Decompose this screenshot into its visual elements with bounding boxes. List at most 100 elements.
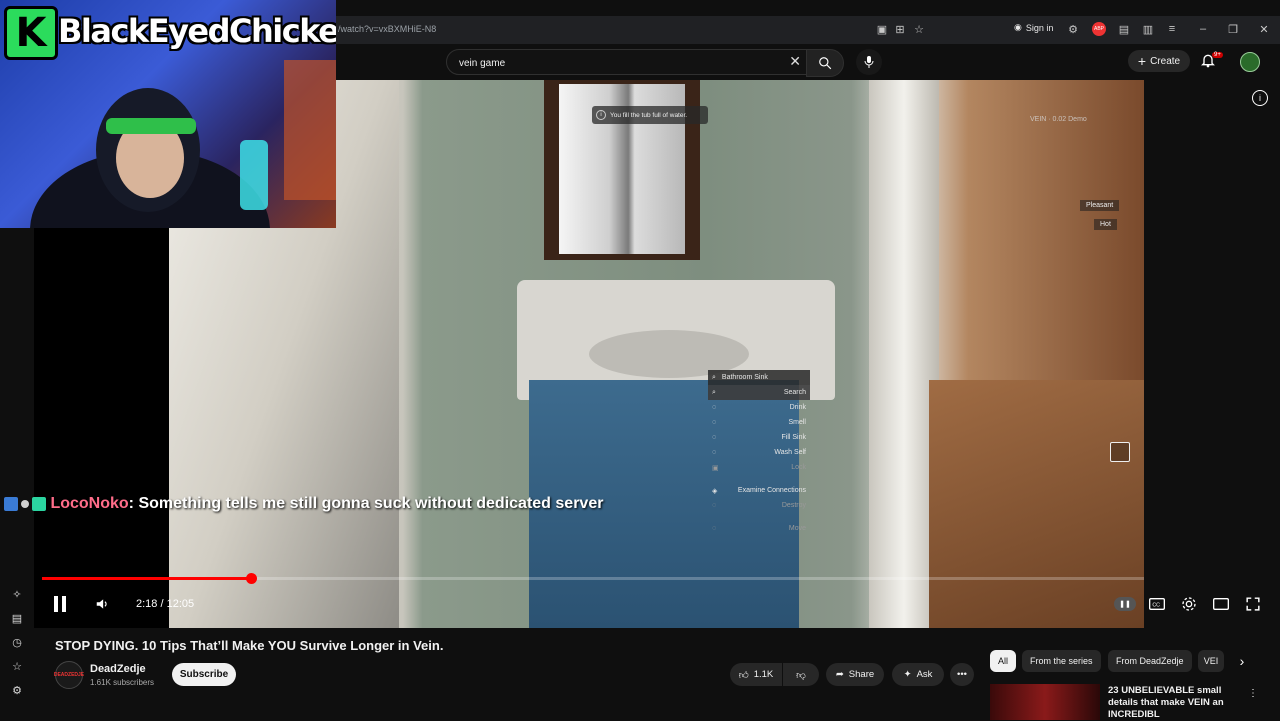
context-menu-item-label: Drink — [789, 404, 806, 411]
recommendation-thumbnail[interactable] — [990, 684, 1100, 720]
temperature-feel: Pleasant — [1080, 200, 1120, 211]
drop-icon: ◌ — [712, 404, 717, 411]
dislike-button[interactable]: 👎︎ — [783, 663, 819, 686]
notifications-badge: 9+ — [1212, 52, 1223, 58]
window-minimize-icon[interactable]: – — [1196, 22, 1210, 36]
chat-username: LocoNoko — [50, 495, 129, 512]
channel-avatar[interactable]: DEADZEDJE — [54, 661, 84, 689]
context-menu-item-label: Move — [788, 525, 806, 532]
extensions-icon[interactable]: ⚙ — [1066, 22, 1080, 36]
context-menu-note — [708, 475, 810, 483]
sign-in-label: Sign in — [1025, 22, 1054, 33]
create-button[interactable]: + Create — [1128, 50, 1190, 72]
chips-next-icon[interactable]: › — [1234, 652, 1250, 670]
video-title: STOP DYING. 10 Tips That’ll Make YOU Sur… — [55, 638, 444, 653]
window-close-icon[interactable]: ✕ — [1257, 22, 1271, 36]
context-menu-item[interactable]: ◈ Examine Connections — [708, 483, 810, 498]
move-icon: ◌ — [712, 525, 717, 532]
recommendation-title[interactable]: 23 UNBELIEVABLE small details that make … — [1108, 685, 1248, 721]
settings-gear-icon[interactable]: ⚙ — [10, 683, 24, 697]
picture-in-picture-icon[interactable]: ▣ — [875, 22, 889, 36]
browser-menu-icon[interactable]: ≡ — [1165, 22, 1179, 36]
thumbs-up-icon: 👍︎ — [738, 669, 749, 681]
chat-message: LocoNoko: Something tells me still gonna… — [4, 490, 604, 517]
create-label: Create — [1150, 55, 1181, 67]
context-menu-item[interactable]: ⌕ Search — [708, 385, 810, 400]
bookmark-star-icon[interactable]: ☆ — [912, 22, 926, 36]
search-button[interactable] — [806, 49, 844, 77]
logo-text: BlackEyedChicken — [58, 12, 336, 50]
context-menu-item[interactable]: ◌ Fill Sink — [708, 430, 810, 445]
context-menu-item[interactable]: ◌ Smell — [708, 415, 810, 430]
history-icon[interactable]: ◷ — [10, 635, 24, 649]
address-bar[interactable]: /watch?v=vxBXMHiE-N8 — [338, 24, 436, 34]
progress-bar[interactable] — [42, 573, 1144, 584]
connections-icon: ◈ — [712, 487, 718, 495]
pause-icon — [54, 596, 66, 612]
search-box[interactable]: ✕ — [446, 49, 808, 75]
sparkle-ask-icon: ✦ — [903, 669, 912, 680]
context-menu-item[interactable]: ◌ Wash Self — [708, 445, 810, 460]
subscriber-count: 1.61K subscribers — [90, 678, 155, 687]
context-menu-item[interactable]: ◌ Drink — [708, 400, 810, 415]
star-icon[interactable]: ☆ — [10, 659, 24, 673]
recommendation-menu-icon[interactable]: ⋮ — [1248, 686, 1258, 700]
adblock-extension-icon[interactable]: ABP — [1092, 22, 1106, 36]
game-demo-tag: VEIN · 0.02 Demo — [1030, 116, 1087, 123]
drop-icon: ◌ — [712, 419, 717, 426]
chip-from-channel[interactable]: From DeadZedje — [1108, 650, 1192, 672]
sparkle-icon[interactable]: ✧ — [10, 587, 24, 601]
badge-icon — [32, 496, 46, 511]
context-menu-item[interactable]: ◌ Destroy — [708, 498, 810, 513]
context-menu-header: ⌕ Bathroom Sink — [708, 370, 810, 385]
chip-all[interactable]: All — [990, 650, 1017, 672]
share-icon: ➦ — [835, 669, 844, 680]
subscribe-button[interactable]: Subscribe — [172, 663, 236, 686]
search-input[interactable] — [457, 54, 781, 72]
sidebar-toggle-icon[interactable]: ▥ — [1141, 22, 1155, 36]
subscriptions-icon[interactable]: ▤ — [10, 611, 24, 625]
like-button[interactable]: 👍︎ 1.1K — [730, 663, 782, 686]
chip-from-series[interactable]: From the series — [1022, 650, 1101, 672]
miniplayer-icon[interactable] — [1110, 442, 1130, 462]
logo-k-badge: K — [4, 6, 58, 60]
channel-name[interactable]: DeadZedje — [90, 663, 146, 675]
theater-mode-button[interactable] — [1212, 596, 1230, 612]
left-rail: ✧ ▤ ◷ ☆ ⚙ — [0, 575, 34, 705]
video-info-icon[interactable]: i — [1252, 90, 1268, 106]
share-button[interactable]: ➦ Share — [826, 663, 884, 686]
voice-search-button[interactable] — [856, 49, 882, 75]
progress-played — [42, 577, 252, 580]
context-menu-item-label: Smell — [788, 419, 806, 426]
context-menu-item[interactable]: ◌ Move — [708, 521, 810, 536]
lock-icon: ▣ — [712, 464, 719, 472]
settings-button[interactable] — [1180, 595, 1198, 613]
collections-icon[interactable]: ▤ — [1117, 22, 1131, 36]
toast-text: You fill the tub full of water. — [610, 111, 688, 119]
context-menu-item[interactable]: ▣ Lock — [708, 460, 810, 475]
magnifier-icon: ⌕ — [712, 388, 716, 396]
badge-icon — [21, 499, 29, 508]
more-horizontal-icon: ••• — [957, 669, 967, 680]
install-app-icon[interactable]: ⊞ — [893, 22, 907, 36]
account-avatar[interactable] — [1240, 52, 1260, 72]
more-actions-button[interactable]: ••• — [950, 663, 974, 686]
browser-sign-in-button[interactable]: ◉ Sign in — [1014, 22, 1053, 33]
time-display: 2:18 / 12:05 — [136, 598, 195, 610]
fullscreen-icon — [1246, 597, 1260, 611]
window-restore-icon[interactable]: ❐ — [1226, 22, 1240, 36]
fullscreen-button[interactable] — [1244, 595, 1262, 613]
captions-button[interactable]: CC — [1148, 596, 1166, 612]
pause-button[interactable] — [50, 594, 70, 614]
mute-button[interactable] — [92, 595, 112, 613]
drop-icon: ◌ — [712, 434, 717, 441]
context-menu-header-label: Bathroom Sink — [721, 374, 768, 381]
chip-vein[interactable]: VEI — [1198, 650, 1224, 672]
gear-icon — [1182, 597, 1196, 611]
drop-icon: ◌ — [712, 449, 717, 456]
clear-search-icon[interactable]: ✕ — [789, 53, 801, 70]
autoplay-toggle[interactable]: ❚❚ — [1114, 597, 1136, 611]
badge-icon — [4, 496, 18, 511]
ask-button[interactable]: ✦ Ask — [892, 663, 944, 686]
share-label: Share — [848, 669, 875, 680]
